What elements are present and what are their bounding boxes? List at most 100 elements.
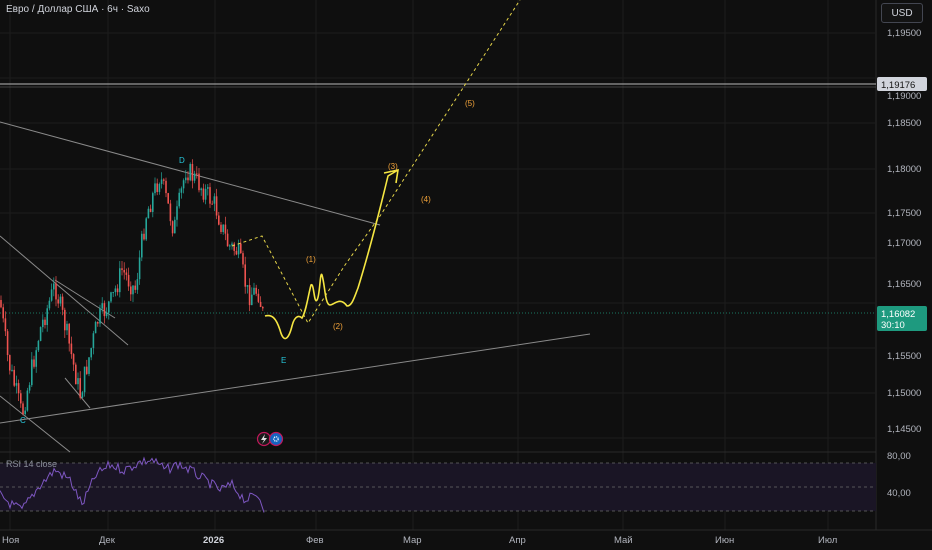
wave-label-e: E: [281, 356, 286, 365]
candle-body: [211, 203, 213, 205]
candle-body: [202, 188, 205, 200]
candle-body: [160, 179, 163, 184]
time-tick: Май: [614, 535, 633, 546]
candle-body: [189, 163, 191, 181]
candle-body: [134, 285, 136, 290]
candle-body: [112, 292, 114, 294]
candle-body: [127, 274, 130, 287]
wave-label-2: (2): [333, 322, 343, 331]
candle-body: [59, 296, 62, 304]
candle-body: [191, 163, 194, 181]
price-axis[interactable]: 1,19500 1,18500 1,18000 1,17500 1,17000 …: [887, 28, 921, 499]
gear-icon[interactable]: [268, 431, 284, 447]
candle-body: [257, 293, 260, 302]
time-axis[interactable]: Ноя Дек 2026 Фев Мар Апр Май Июн Июл: [2, 535, 837, 546]
candle-body: [101, 303, 103, 309]
candle-body: [204, 188, 207, 200]
candle-body: [198, 173, 200, 191]
lower-trendline: [0, 333, 591, 424]
candle-body: [121, 268, 123, 270]
candle-body: [152, 193, 154, 212]
price-tick: 1,19500: [887, 28, 921, 39]
candle-body: [165, 180, 167, 194]
candle-body: [233, 243, 235, 251]
price-tick: 1,16500: [887, 279, 921, 290]
candle-body: [193, 173, 196, 181]
candle-body: [174, 219, 176, 234]
candle-body: [262, 306, 264, 309]
candle-body: [105, 312, 108, 317]
wave-label-1: (1): [306, 255, 316, 264]
chart-canvas[interactable]: C D E (1) (2) (3) (4) (5) 1,19500 1,1850…: [0, 0, 932, 550]
candle-body: [116, 288, 119, 293]
candle-body: [123, 269, 125, 273]
candle-body: [119, 268, 121, 293]
candle-body: [244, 264, 246, 287]
candle-body: [37, 340, 40, 351]
wave-projection-dashed: [231, 0, 521, 324]
candle-body: [39, 327, 42, 341]
candle-body: [200, 188, 202, 191]
time-tick: Дек: [99, 535, 116, 546]
currency-button[interactable]: USD: [881, 3, 923, 23]
candle-body: [182, 180, 185, 189]
candle-body: [72, 354, 75, 365]
time-tick: Фев: [306, 535, 324, 546]
symbol-title[interactable]: Евро / Доллар США · 6ч · Saxo: [6, 4, 150, 15]
time-tick: Апр: [509, 535, 526, 546]
candle-body: [24, 410, 26, 415]
candle-body: [167, 193, 169, 204]
time-tick: Ноя: [2, 535, 19, 546]
candle-body: [108, 301, 110, 313]
bar-countdown: 30:10: [881, 320, 905, 331]
wave-label-5: (5): [465, 99, 475, 108]
candle-body: [2, 307, 4, 319]
candle-body: [77, 378, 79, 385]
candle-body: [242, 253, 244, 265]
candle-body: [20, 393, 22, 404]
candles: [0, 159, 264, 416]
candle-body: [9, 355, 11, 371]
candle-body: [114, 288, 117, 293]
candle-body: [50, 289, 53, 301]
price-tick: 1,17500: [887, 208, 921, 219]
candle-body: [70, 343, 73, 355]
candle-body: [235, 250, 238, 255]
candle-body: [81, 392, 84, 398]
wave-label-d: D: [179, 156, 185, 165]
lightning-icon[interactable]: [256, 431, 272, 447]
candle-body: [163, 179, 165, 181]
trendlines[interactable]: [0, 121, 591, 453]
candle-body: [6, 331, 9, 356]
candle-body: [61, 296, 64, 310]
candle-body: [154, 183, 156, 194]
wave-label-c: C: [20, 416, 26, 425]
candle-body: [64, 309, 66, 331]
candle-body: [0, 300, 2, 308]
candle-body: [66, 323, 68, 331]
candle-body: [229, 245, 231, 247]
candle-body: [169, 203, 172, 222]
candle-body: [86, 366, 88, 374]
price-tick: 1,18000: [887, 164, 921, 175]
candle-body: [253, 287, 255, 295]
candle-body: [46, 308, 48, 326]
price-tick: 1,15000: [887, 388, 921, 399]
candle-body: [207, 187, 209, 189]
candle-body: [15, 383, 18, 386]
candle-body: [171, 221, 174, 234]
candle-body: [125, 272, 128, 275]
time-tick: 2026: [203, 535, 224, 546]
candle-body: [110, 292, 112, 302]
candle-body: [11, 369, 13, 371]
rsi-title[interactable]: RSI 14 close: [6, 459, 57, 469]
candle-body: [94, 322, 97, 334]
candle-body: [248, 285, 251, 306]
candle-body: [42, 319, 44, 328]
candle-body: [209, 187, 211, 204]
candle-body: [28, 385, 31, 391]
price-tick: 1,15500: [887, 351, 921, 362]
candle-body: [185, 177, 187, 181]
candle-body: [156, 183, 158, 192]
candle-body: [57, 299, 59, 304]
